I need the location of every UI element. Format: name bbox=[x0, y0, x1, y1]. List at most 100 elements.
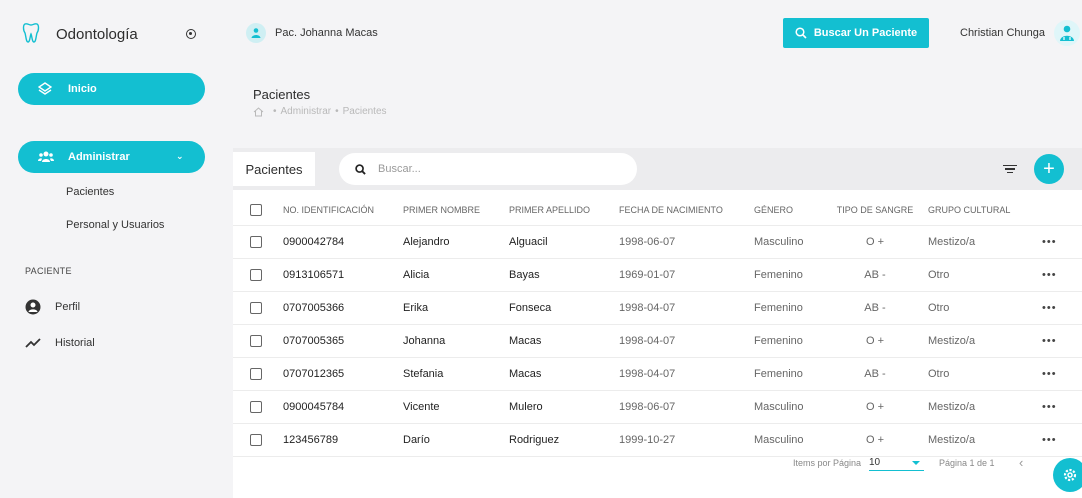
row-checkbox[interactable] bbox=[250, 301, 262, 314]
select-all-checkbox[interactable] bbox=[250, 203, 262, 216]
cell-grupo: Mestizo/a bbox=[928, 324, 1042, 358]
cell-identificacion: 0913106571 bbox=[283, 258, 403, 292]
cell-sangre: O + bbox=[822, 225, 928, 259]
row-checkbox[interactable] bbox=[250, 268, 262, 281]
column-header[interactable]: TIPO DE SANGRE bbox=[822, 195, 928, 226]
cell-identificacion: 0900042784 bbox=[283, 225, 403, 259]
column-header[interactable]: NO. IDENTIFICACIÓN bbox=[283, 195, 403, 226]
sidebar-subitem-personal-usuarios[interactable]: Personal y Usuarios bbox=[66, 219, 164, 231]
items-per-page-select[interactable]: 10 bbox=[869, 455, 924, 471]
sidebar-item-label: Inicio bbox=[68, 83, 97, 95]
brand: Odontología bbox=[0, 0, 222, 64]
sidebar-item-administrar[interactable]: Administrar ⌄ bbox=[18, 141, 205, 173]
more-options-icon[interactable]: ••• bbox=[1042, 324, 1082, 358]
patient-avatar-icon bbox=[246, 23, 266, 43]
table-row[interactable]: 0900045784 Vicente Mulero 1998-06-07 Mas… bbox=[233, 390, 1082, 424]
cell-genero: Femenino bbox=[754, 357, 822, 391]
row-checkbox[interactable] bbox=[250, 235, 262, 248]
column-header[interactable]: GÉNERO bbox=[754, 195, 822, 226]
page-range-label: Página 1 de 1 bbox=[939, 458, 995, 468]
cell-fecha: 1998-04-07 bbox=[619, 357, 754, 391]
user-name[interactable]: Christian Chunga bbox=[960, 27, 1045, 39]
paginator: Items por Página 10 Página 1 de 1 ‹ bbox=[793, 448, 1082, 478]
cell-grupo: Otro bbox=[928, 357, 1042, 391]
table-row[interactable]: 0913106571 Alicia Bayas 1969-01-07 Femen… bbox=[233, 258, 1082, 292]
cell-identificacion: 0707005366 bbox=[283, 291, 403, 325]
sidebar: Odontología Inicio Administrar ⌄ Pacient… bbox=[0, 0, 222, 498]
current-patient-name: Pac. Johanna Macas bbox=[275, 27, 378, 39]
cell-grupo: Otro bbox=[928, 258, 1042, 292]
cell-genero: Femenino bbox=[754, 291, 822, 325]
cell-genero: Femenino bbox=[754, 258, 822, 292]
more-options-icon[interactable]: ••• bbox=[1042, 258, 1082, 292]
sidebar-item-perfil[interactable]: Perfil bbox=[25, 299, 80, 315]
column-header[interactable]: FECHA DE NACIMIENTO bbox=[619, 195, 754, 226]
home-icon[interactable] bbox=[253, 106, 264, 117]
search-box[interactable] bbox=[339, 153, 637, 185]
cell-apellido: Macas bbox=[509, 324, 619, 358]
column-header[interactable]: GRUPO CULTURAL bbox=[928, 195, 1042, 226]
row-select-cell bbox=[233, 258, 283, 292]
row-checkbox[interactable] bbox=[250, 433, 262, 446]
cell-apellido: Mulero bbox=[509, 390, 619, 424]
cell-fecha: 1998-06-07 bbox=[619, 225, 754, 259]
cell-apellido: Alguacil bbox=[509, 225, 619, 259]
table-row[interactable]: 0707005365 Johanna Macas 1998-04-07 Feme… bbox=[233, 324, 1082, 358]
user-avatar-icon[interactable] bbox=[1054, 20, 1080, 46]
table-row[interactable]: 0900042784 Alejandro Alguacil 1998-06-07… bbox=[233, 225, 1082, 259]
profile-icon bbox=[25, 299, 41, 315]
row-select-cell bbox=[233, 390, 283, 424]
table-header-row: NO. IDENTIFICACIÓN PRIMER NOMBRE PRIMER … bbox=[233, 195, 1082, 226]
row-select-cell bbox=[233, 291, 283, 325]
add-patient-button[interactable]: + bbox=[1034, 154, 1064, 184]
sidebar-subitem-pacientes[interactable]: Pacientes bbox=[66, 186, 114, 198]
patients-card: Pacientes + NO. IDENTIFICACIÓN PRIMER NO… bbox=[233, 148, 1082, 498]
cell-apellido: Rodriguez bbox=[509, 423, 619, 457]
table-row[interactable]: 0707005366 Erika Fonseca 1998-04-07 Feme… bbox=[233, 291, 1082, 325]
row-select-cell bbox=[233, 423, 283, 457]
chevron-down-icon: ⌄ bbox=[176, 151, 184, 161]
row-select-cell bbox=[233, 357, 283, 391]
search-icon bbox=[795, 27, 807, 39]
filter-icon[interactable] bbox=[1002, 161, 1018, 177]
more-options-icon[interactable]: ••• bbox=[1042, 225, 1082, 259]
cell-fecha: 1969-01-07 bbox=[619, 258, 754, 292]
more-options-icon[interactable]: ••• bbox=[1042, 390, 1082, 424]
cell-fecha: 1998-06-07 bbox=[619, 390, 754, 424]
sidebar-item-label: Historial bbox=[55, 337, 95, 349]
trend-icon bbox=[25, 335, 41, 351]
cell-nombre: Erika bbox=[403, 291, 509, 325]
column-header-actions bbox=[1042, 195, 1082, 226]
search-patient-button[interactable]: Buscar Un Paciente bbox=[783, 18, 929, 48]
breadcrumb-administrar[interactable]: Administrar bbox=[281, 106, 332, 117]
more-options-icon[interactable]: ••• bbox=[1042, 357, 1082, 391]
sidebar-item-label: Perfil bbox=[55, 301, 81, 313]
row-checkbox[interactable] bbox=[250, 334, 262, 347]
items-per-page-label: Items por Página bbox=[793, 458, 862, 468]
cell-identificacion: 0707012365 bbox=[283, 357, 403, 391]
cell-sangre: AB - bbox=[822, 291, 928, 325]
select-all-cell bbox=[233, 195, 283, 226]
cell-identificacion: 123456789 bbox=[283, 423, 403, 457]
current-patient[interactable]: Pac. Johanna Macas bbox=[246, 23, 378, 43]
breadcrumb-pacientes: Pacientes bbox=[342, 106, 387, 117]
cell-fecha: 1998-04-07 bbox=[619, 291, 754, 325]
row-checkbox[interactable] bbox=[250, 367, 262, 380]
table-row[interactable]: 0707012365 Stefania Macas 1998-04-07 Fem… bbox=[233, 357, 1082, 391]
row-checkbox[interactable] bbox=[250, 400, 262, 413]
sidebar-item-historial[interactable]: Historial bbox=[25, 335, 95, 351]
cell-identificacion: 0900045784 bbox=[283, 390, 403, 424]
sidebar-item-inicio[interactable]: Inicio bbox=[18, 73, 205, 105]
settings-fab[interactable] bbox=[1053, 458, 1082, 492]
cell-genero: Masculino bbox=[754, 390, 822, 424]
previous-page-button[interactable]: ‹ bbox=[1019, 455, 1023, 470]
more-options-icon[interactable]: ••• bbox=[1042, 291, 1082, 325]
column-header[interactable]: PRIMER NOMBRE bbox=[403, 195, 509, 226]
sidebar-toggle-icon[interactable] bbox=[186, 29, 196, 39]
column-header[interactable]: PRIMER APELLIDO bbox=[509, 195, 619, 226]
row-select-cell bbox=[233, 225, 283, 259]
search-input[interactable] bbox=[378, 163, 618, 175]
cell-apellido: Macas bbox=[509, 357, 619, 391]
cell-apellido: Fonseca bbox=[509, 291, 619, 325]
cell-grupo: Mestizo/a bbox=[928, 390, 1042, 424]
